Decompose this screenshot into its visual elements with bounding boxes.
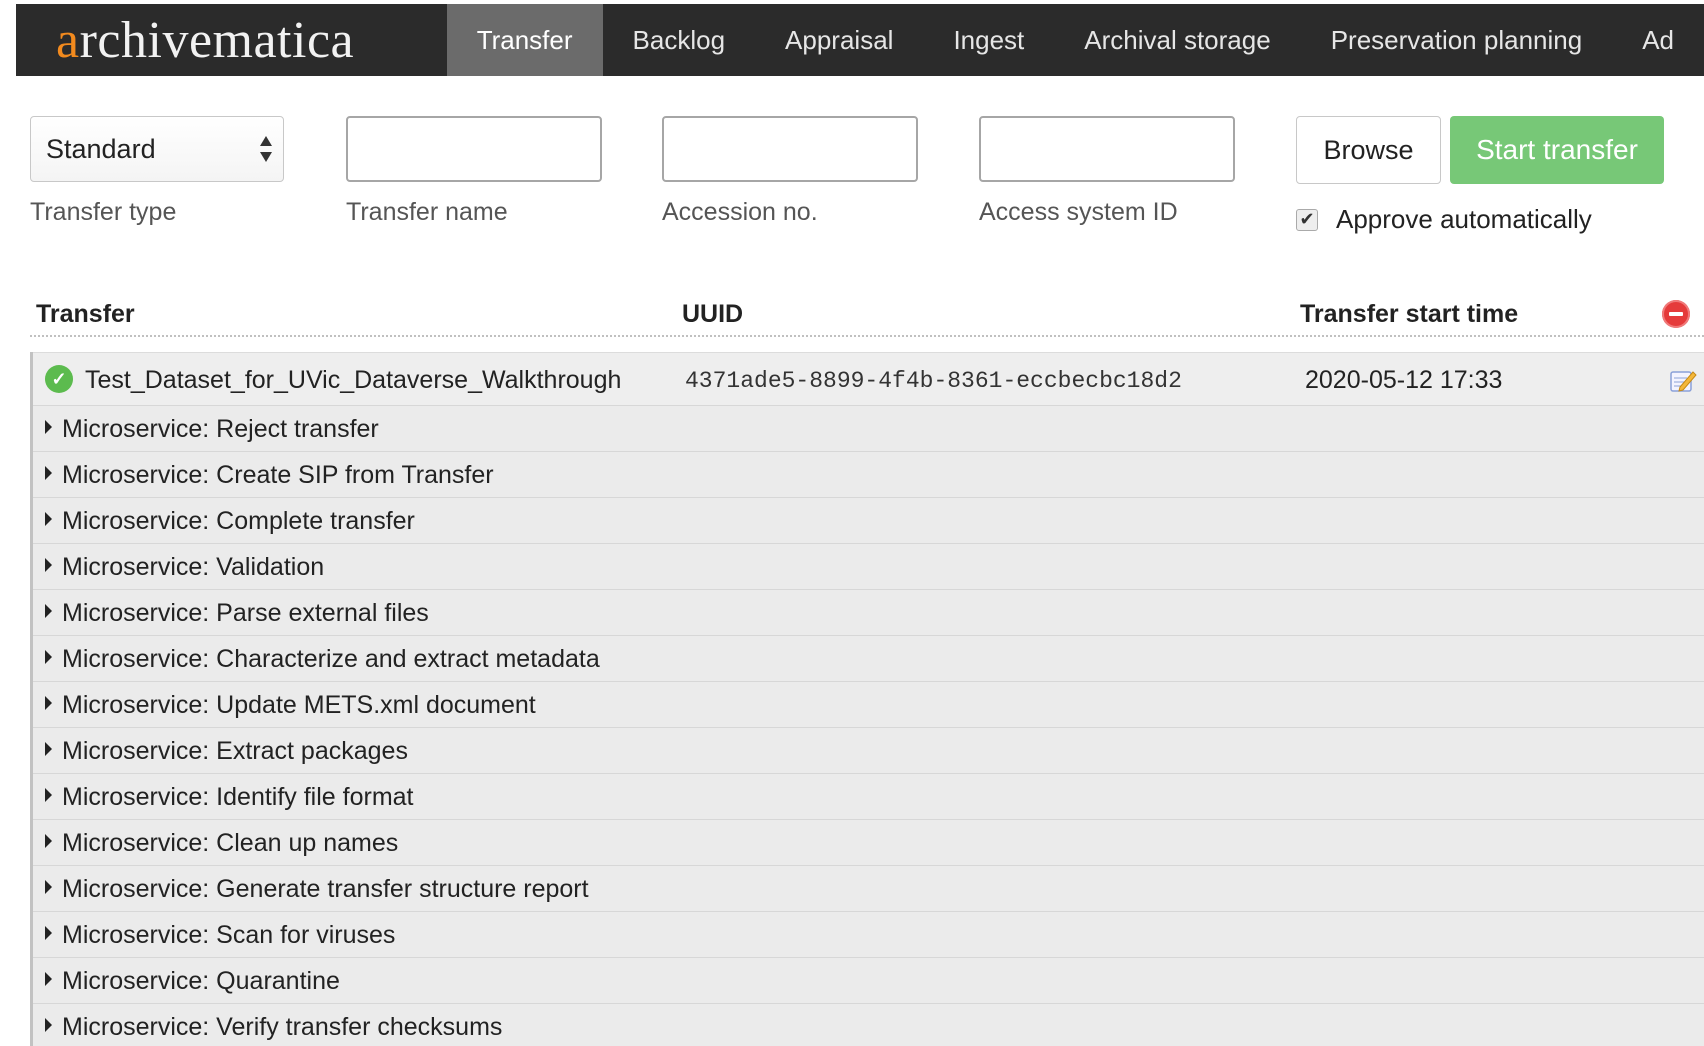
expand-caret-icon [45,972,52,986]
column-header-transfer: Transfer [36,300,135,328]
nav-tab-administration[interactable]: Ad [1612,4,1704,76]
accession-no-input[interactable] [662,116,918,182]
expand-caret-icon [45,696,52,710]
expand-caret-icon [45,420,52,434]
microservice-row[interactable]: Microservice: Validation [33,543,1704,589]
microservice-row[interactable]: Microservice: Identify file format [33,773,1704,819]
nav-tab-backlog[interactable]: Backlog [603,4,756,76]
expand-caret-icon [45,558,52,572]
edit-metadata-icon[interactable] [1669,367,1697,393]
expand-caret-icon [45,926,52,940]
transfer-name: Test_Dataset_for_UVic_Dataverse_Walkthro… [85,366,622,394]
access-system-id-input[interactable] [979,116,1235,182]
expand-caret-icon [45,788,52,802]
expand-caret-icon [45,1018,52,1032]
archivematica-logo[interactable]: a rchivematica [16,4,447,76]
expand-caret-icon [45,834,52,848]
transfer-table-header: Transfer UUID Transfer start time [30,296,1704,336]
microservice-row[interactable]: Microservice: Scan for viruses [33,911,1704,957]
transfer-row[interactable]: ✓ Test_Dataset_for_UVic_Dataverse_Walkth… [33,352,1704,405]
nav-tab-ingest[interactable]: Ingest [923,4,1054,76]
microservice-label: Microservice: Generate transfer structur… [62,875,589,903]
column-header-start-time: Transfer start time [1300,300,1519,328]
expand-caret-icon [45,604,52,618]
transfer-name-label: Transfer name [346,198,508,226]
approve-automatically-label: Approve automatically [1336,204,1592,234]
transfer-uuid: 4371ade5-8899-4f4b-8361-eccbecbc18d2 [685,368,1182,394]
expand-caret-icon [45,880,52,894]
microservice-row[interactable]: Microservice: Generate transfer structur… [33,865,1704,911]
expand-caret-icon [45,650,52,664]
microservice-row[interactable]: Microservice: Update METS.xml document [33,681,1704,727]
transfer-type-select[interactable]: Standard [30,116,284,182]
microservice-label: Microservice: Characterize and extract m… [62,645,600,673]
transfer-name-input[interactable] [346,116,602,182]
microservice-label: Microservice: Identify file format [62,783,414,811]
top-navbar: a rchivematica Transfer Backlog Appraisal… [16,4,1704,76]
transfer-table-body: ✓ Test_Dataset_for_UVic_Dataverse_Walkth… [30,352,1704,1046]
microservice-label: Microservice: Update METS.xml document [62,691,536,719]
nav-tab-archival-storage[interactable]: Archival storage [1054,4,1300,76]
microservice-label: Microservice: Verify transfer checksums [62,1013,503,1041]
nav-tab-preservation-planning[interactable]: Preservation planning [1301,4,1613,76]
microservice-row[interactable]: Microservice: Characterize and extract m… [33,635,1704,681]
access-system-id-label: Access system ID [979,198,1178,226]
accession-no-label: Accession no. [662,198,818,226]
microservice-label: Microservice: Clean up names [62,829,399,857]
microservice-label: Microservice: Quarantine [62,967,340,995]
logo-letter-a: a [56,11,80,69]
microservice-label: Microservice: Reject transfer [62,415,379,443]
microservice-label: Microservice: Validation [62,553,325,581]
header-divider [30,335,1704,337]
column-header-uuid: UUID [682,300,744,328]
transfer-form: Standard Transfer type Transfer name Acc… [0,116,1704,246]
browse-button[interactable]: Browse [1296,116,1441,184]
approve-checkbox[interactable]: ✔ [1296,208,1318,231]
microservice-row[interactable]: Microservice: Verify transfer checksums [33,1003,1704,1046]
microservice-row[interactable]: Microservice: Reject transfer [33,405,1704,451]
select-arrows-icon [260,136,272,162]
expand-caret-icon [45,512,52,526]
microservice-row[interactable]: Microservice: Create SIP from Transfer [33,451,1704,497]
transfer-type-label: Transfer type [30,198,177,226]
nav-tab-transfer[interactable]: Transfer [446,4,603,76]
approve-automatically[interactable]: ✔ Approve automatically [1296,204,1592,235]
nav-tab-appraisal[interactable]: Appraisal [755,4,923,76]
transfer-type-value: Standard [46,133,156,164]
expand-caret-icon [45,742,52,756]
start-transfer-button[interactable]: Start transfer [1450,116,1664,184]
microservice-row[interactable]: Microservice: Complete transfer [33,497,1704,543]
microservice-label: Microservice: Extract packages [62,737,408,765]
microservice-label: Microservice: Parse external files [62,599,429,627]
status-complete-icon: ✓ [45,365,73,393]
transfer-start-time: 2020-05-12 17:33 [1305,366,1503,394]
microservice-row[interactable]: Microservice: Quarantine [33,957,1704,1003]
expand-caret-icon [45,466,52,480]
microservice-row[interactable]: Microservice: Extract packages [33,727,1704,773]
microservice-label: Microservice: Scan for viruses [62,921,396,949]
microservice-label: Microservice: Create SIP from Transfer [62,461,494,489]
remove-all-icon[interactable] [1662,300,1690,328]
microservice-row[interactable]: Microservice: Clean up names [33,819,1704,865]
microservice-row[interactable]: Microservice: Parse external files [33,589,1704,635]
microservice-label: Microservice: Complete transfer [62,507,415,535]
logo-text: rchivematica [79,11,355,69]
